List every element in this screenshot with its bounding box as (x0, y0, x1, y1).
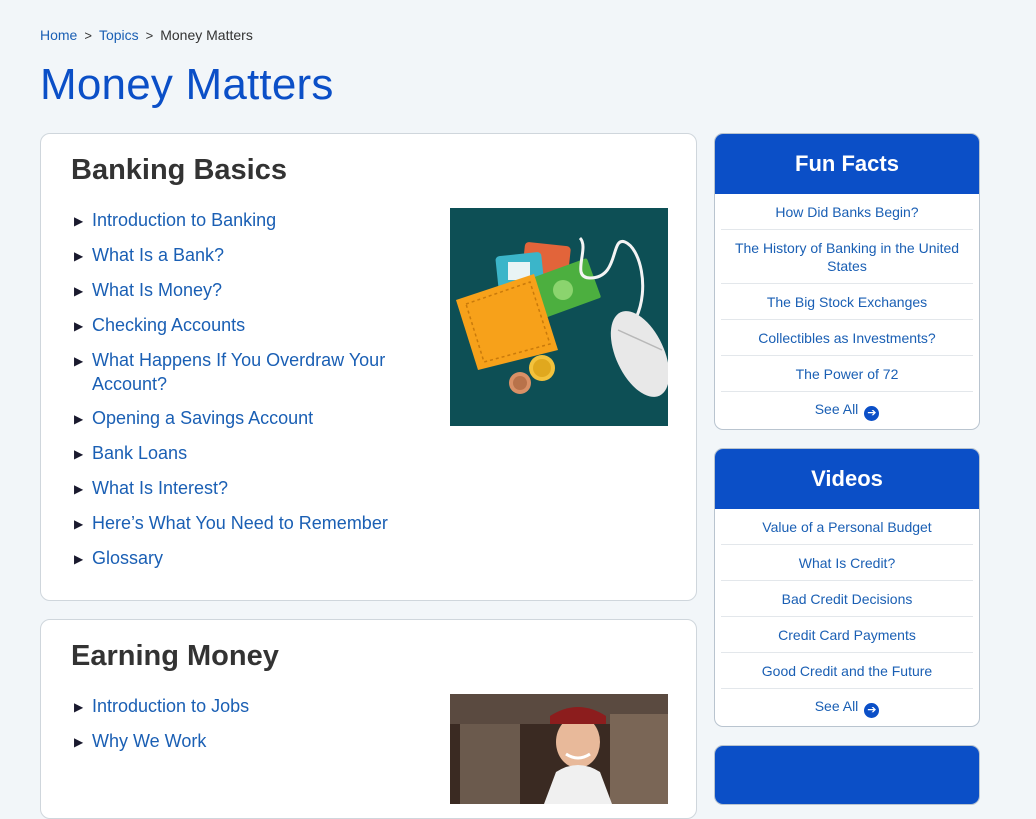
triangle-right-icon: ▶ (74, 552, 84, 566)
section-title: Banking Basics (71, 154, 287, 186)
topic-link[interactable]: Introduction to Banking (92, 208, 276, 233)
sidebar-link[interactable]: How Did Banks Begin? (721, 194, 973, 230)
topic-link[interactable]: Introduction to Jobs (92, 694, 249, 719)
breadcrumb: Home > Topics > Money Matters (40, 27, 253, 43)
topic-link[interactable]: Glossary (92, 546, 163, 571)
topic-link[interactable]: What Is a Bank? (92, 243, 224, 268)
list-item: ▶ What Is Money? (74, 278, 414, 303)
topic-link[interactable]: Checking Accounts (92, 313, 245, 338)
sidebar-link[interactable]: Credit Card Payments (721, 617, 973, 653)
section-title: Earning Money (71, 640, 279, 672)
videos-list: Value of a Personal Budget What Is Credi… (715, 509, 979, 726)
panel-title (715, 746, 979, 804)
triangle-right-icon: ▶ (74, 700, 84, 714)
topic-link[interactable]: What Is Interest? (92, 476, 228, 501)
topic-link[interactable]: Here’s What You Need to Remember (92, 511, 388, 536)
breadcrumb-separator: > (145, 27, 154, 43)
list-item: ▶ Why We Work (74, 729, 414, 754)
topic-link[interactable]: What Is Money? (92, 278, 222, 303)
see-all-link[interactable]: See All ➔ (721, 689, 973, 726)
breadcrumb-current: Money Matters (160, 27, 253, 43)
panel-title: Videos (715, 449, 979, 509)
triangle-right-icon: ▶ (74, 735, 84, 749)
triangle-right-icon: ▶ (74, 249, 84, 263)
list-item: ▶ What Is a Bank? (74, 243, 414, 268)
topic-link[interactable]: What Happens If You Overdraw Your Accoun… (92, 348, 414, 396)
see-all-label: See All (814, 401, 859, 417)
worker-photo-icon (450, 694, 668, 804)
sidebar-panel-partial (714, 745, 980, 805)
triangle-right-icon: ▶ (74, 319, 84, 333)
list-item: ▶ Introduction to Banking (74, 208, 414, 233)
list-item: ▶ What Happens If You Overdraw Your Accou… (74, 348, 414, 396)
triangle-right-icon: ▶ (74, 447, 84, 461)
see-all-label: See All (814, 698, 859, 714)
sidebar-link[interactable]: The History of Banking in the United Sta… (721, 230, 973, 284)
topic-list: ▶ Introduction to Banking ▶ What Is a Bank… (74, 208, 414, 581)
sidebar-link[interactable]: Collectibles as Investments? (721, 320, 973, 356)
triangle-right-icon: ▶ (74, 214, 84, 228)
fun-facts-panel: Fun Facts How Did Banks Begin? The Histo… (714, 133, 980, 430)
arrow-right-circle-icon: ➔ (864, 703, 880, 718)
list-item: ▶ Introduction to Jobs (74, 694, 414, 719)
banking-basics-card: Banking Basics ▶ Introduction to Banking … (40, 133, 697, 601)
worker-photo (450, 694, 668, 804)
topic-link[interactable]: Bank Loans (92, 441, 187, 466)
wallet-illustration-icon (450, 208, 670, 426)
fun-facts-list: How Did Banks Begin? The History of Bank… (715, 194, 979, 429)
triangle-right-icon: ▶ (74, 412, 84, 426)
list-item: ▶ Opening a Savings Account (74, 406, 414, 431)
sidebar-link[interactable]: Bad Credit Decisions (721, 581, 973, 617)
breadcrumb-home-link[interactable]: Home (40, 27, 77, 43)
triangle-right-icon: ▶ (74, 354, 84, 368)
list-item: ▶ Glossary (74, 546, 414, 571)
sidebar-link[interactable]: The Big Stock Exchanges (721, 284, 973, 320)
list-item: ▶ Here’s What You Need to Remember (74, 511, 414, 536)
earning-money-card: Earning Money ▶ Introduction to Jobs ▶ Why… (40, 619, 697, 819)
panel-title: Fun Facts (715, 134, 979, 194)
triangle-right-icon: ▶ (74, 517, 84, 531)
wallet-cash-mouse-illustration (450, 208, 670, 426)
videos-panel: Videos Value of a Personal Budget What I… (714, 448, 980, 727)
breadcrumb-topics-link[interactable]: Topics (99, 27, 139, 43)
list-item: ▶ What Is Interest? (74, 476, 414, 501)
topic-list: ▶ Introduction to Jobs ▶ Why We Work (74, 694, 414, 764)
triangle-right-icon: ▶ (74, 482, 84, 496)
sidebar-link[interactable]: The Power of 72 (721, 356, 973, 392)
page-title: Money Matters (40, 60, 334, 109)
sidebar-link[interactable]: Value of a Personal Budget (721, 509, 973, 545)
arrow-right-circle-icon: ➔ (864, 406, 880, 421)
see-all-link[interactable]: See All ➔ (721, 392, 973, 429)
list-item: ▶ Checking Accounts (74, 313, 414, 338)
list-item: ▶ Bank Loans (74, 441, 414, 466)
sidebar-link[interactable]: What Is Credit? (721, 545, 973, 581)
topic-link[interactable]: Why We Work (92, 729, 206, 754)
sidebar-link[interactable]: Good Credit and the Future (721, 653, 973, 689)
triangle-right-icon: ▶ (74, 284, 84, 298)
topic-link[interactable]: Opening a Savings Account (92, 406, 313, 431)
breadcrumb-separator: > (84, 27, 92, 43)
